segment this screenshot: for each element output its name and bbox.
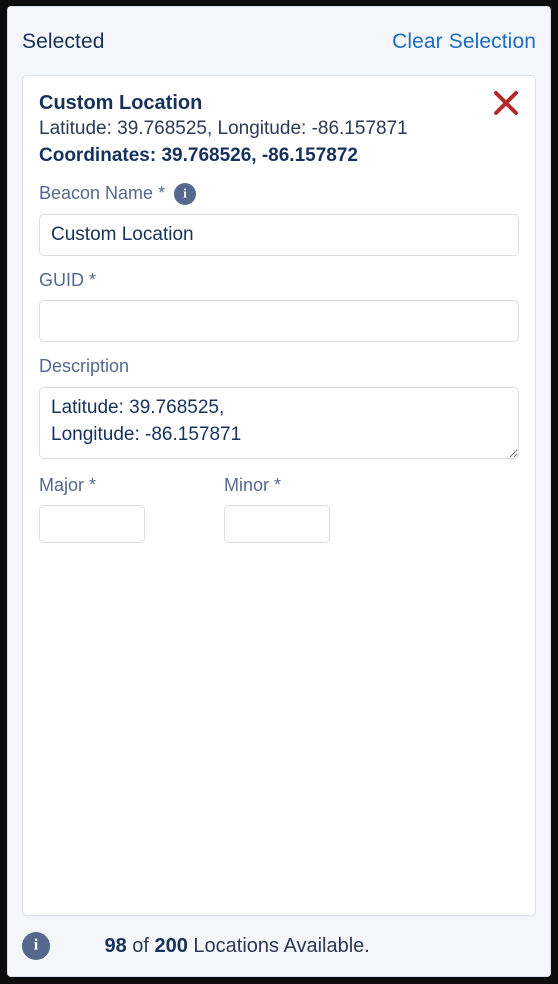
minor-required-mark: * xyxy=(274,475,282,496)
description-textarea[interactable] xyxy=(39,387,519,460)
total-count: 200 xyxy=(154,935,188,957)
guid-label: GUID xyxy=(39,269,84,290)
field-group-major: Major * xyxy=(39,475,224,543)
location-detail-card: Custom Location Latitude: 39.768525, Lon… xyxy=(22,75,536,916)
clear-selection-link[interactable]: Clear Selection xyxy=(392,31,536,52)
beacon-name-input[interactable] xyxy=(39,213,519,256)
info-icon: i xyxy=(22,932,50,960)
major-minor-row: Major * Minor * xyxy=(39,475,519,543)
beacon-name-label: Beacon Name xyxy=(39,183,154,204)
major-label-row: Major * xyxy=(39,475,224,497)
beacon-name-label-row: Beacon Name * i xyxy=(39,182,519,205)
guid-input[interactable] xyxy=(39,300,519,343)
minor-label: Minor xyxy=(224,475,270,496)
field-group-description: Description xyxy=(39,356,519,460)
coordinates-label: Coordinates: xyxy=(39,144,157,166)
info-icon-glyph: i xyxy=(183,185,187,201)
description-label-row: Description xyxy=(39,356,519,378)
field-group-beacon-name: Beacon Name * i xyxy=(39,182,519,256)
panel-header: Selected Clear Selection xyxy=(8,7,550,75)
info-icon-glyph: i xyxy=(33,936,39,954)
minor-input[interactable] xyxy=(224,504,330,543)
info-icon[interactable]: i xyxy=(174,182,197,205)
close-x-icon[interactable] xyxy=(491,88,521,118)
card-container: Custom Location Latitude: 39.768525, Lon… xyxy=(8,75,550,916)
beacon-name-required-mark: * xyxy=(158,183,166,204)
coordinates-value: 39.768526, -86.157872 xyxy=(161,144,358,166)
record-latlong-line: Latitude: 39.768525, Longitude: -86.1578… xyxy=(39,118,408,140)
record-coordinates-line: Coordinates: 39.768526, -86.157872 xyxy=(39,143,519,169)
field-group-minor: Minor * xyxy=(224,475,409,543)
selected-location-panel: Selected Clear Selection Custom Location… xyxy=(7,6,551,977)
of-word: of xyxy=(126,935,155,957)
minor-label-row: Minor * xyxy=(224,475,409,497)
record-name: Custom Location xyxy=(39,92,203,114)
locations-available-status: 98 of 200 Locations Available. xyxy=(60,910,370,976)
locations-available-suffix: Locations Available. xyxy=(187,935,370,957)
field-group-guid: GUID * xyxy=(39,270,519,343)
description-label: Description xyxy=(39,356,130,377)
major-label: Major xyxy=(39,475,85,496)
major-input[interactable] xyxy=(39,504,145,543)
guid-label-row: GUID * xyxy=(39,270,519,292)
guid-required-mark: * xyxy=(89,269,97,290)
available-count: 98 xyxy=(104,935,127,957)
page-title: Selected xyxy=(22,29,105,53)
screenshot-frame: Selected Clear Selection Custom Location… xyxy=(0,0,558,984)
panel-footer: i 98 of 200 Locations Available. xyxy=(8,916,550,976)
major-required-mark: * xyxy=(89,475,97,496)
